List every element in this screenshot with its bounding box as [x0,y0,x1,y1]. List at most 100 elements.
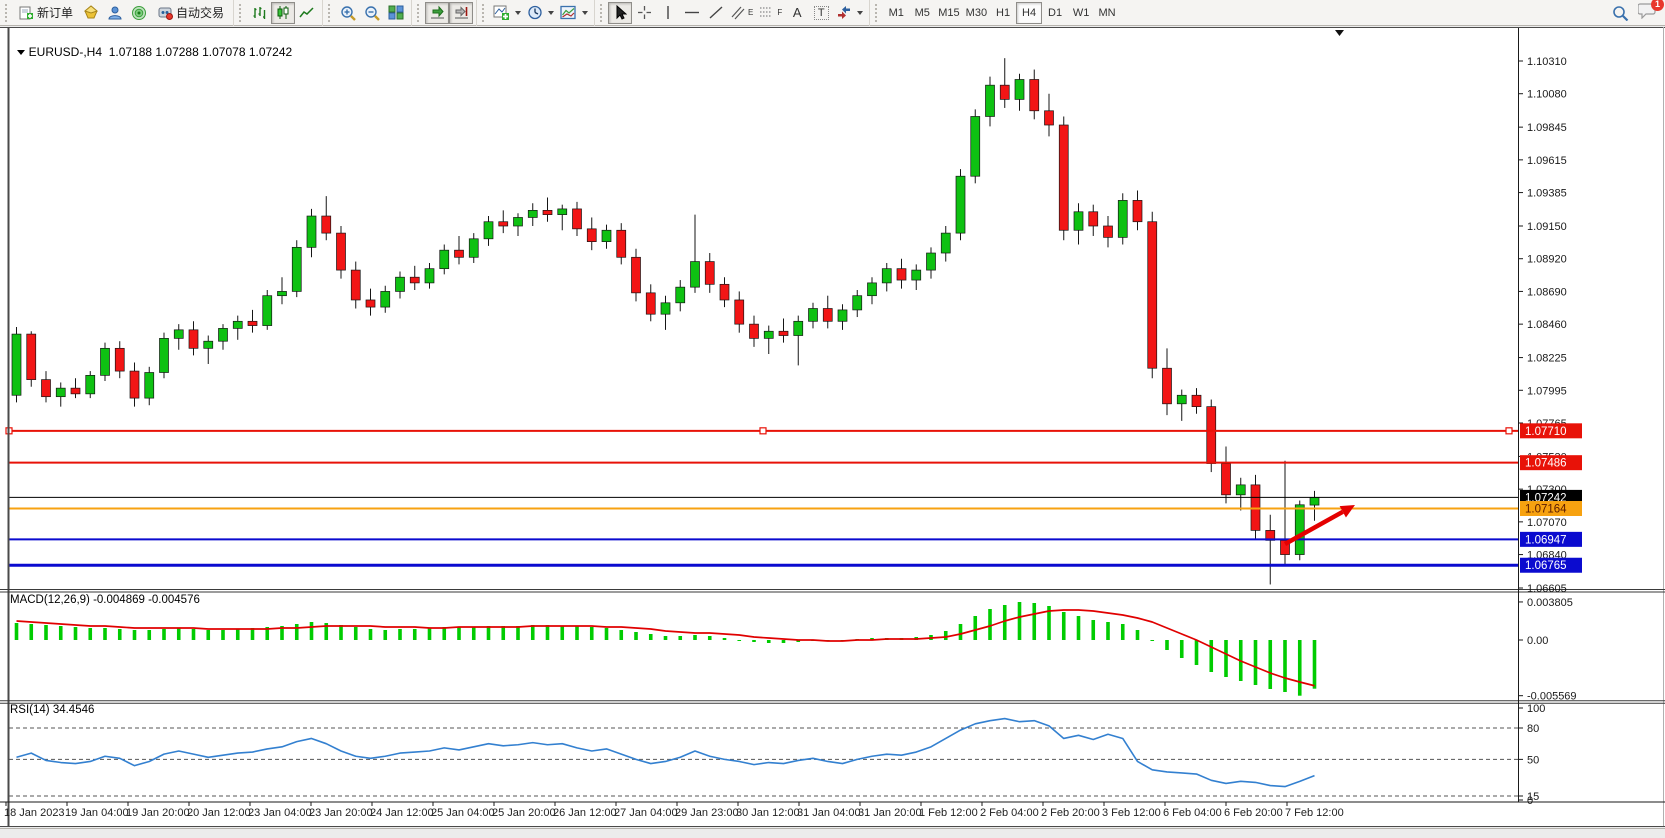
chat-button[interactable]: 1 [1638,2,1657,24]
channel-button[interactable]: E [728,2,756,24]
toolbar-grip[interactable] [5,4,11,22]
tf-h1-button[interactable]: H1 [990,2,1016,24]
macd-label: MACD(12,26,9) -0.004869 -0.004576 [10,594,200,606]
autoscroll-button[interactable] [425,2,449,24]
price-tick-label: 1.08225 [1527,353,1567,365]
chart-objects-group [476,0,594,26]
horizontal-line-icon [684,5,700,20]
toolbar-grip[interactable] [482,4,488,22]
tf-m15-button[interactable]: M15 [935,2,962,24]
chart-canvas[interactable]: 1.103101.100801.098451.096151.093851.091… [0,27,1665,828]
periods-button[interactable] [524,2,557,24]
rsi-tick-label: 80 [1527,723,1539,735]
candle-up [219,328,228,341]
price-tick-label: 1.08920 [1527,254,1567,266]
zoom-out-button[interactable] [360,2,384,24]
macd-bar [752,640,756,642]
macd-bar [147,630,151,640]
macd-bar [177,628,181,640]
tf-m30-button[interactable]: M30 [963,2,990,24]
vline-button[interactable] [656,2,680,24]
candle-down [646,293,655,314]
rsi-tick-label: 100 [1527,703,1545,715]
tf-m1-button[interactable]: M1 [883,2,909,24]
community-button[interactable] [103,2,127,24]
shapes-button[interactable] [833,2,866,24]
vertical-line-icon [662,5,674,20]
time-tick-label: 19 Jan 04:00 [65,807,129,819]
candle-up [278,291,287,295]
time-tick-label: 23 Jan 04:00 [248,807,312,819]
candle-down [1059,125,1068,230]
quotes-button[interactable] [79,2,103,24]
macd-bar [590,627,594,640]
macd-bar [339,625,343,640]
chart-symbol: EURUSD-,H4 [29,45,102,59]
trendline-button[interactable] [704,2,728,24]
text-button[interactable]: A [785,2,809,24]
macd-bar [693,635,697,640]
macd-bar [1150,640,1154,641]
macd-bar [959,624,963,640]
macd-bar [649,634,653,640]
templates-button[interactable] [557,2,591,24]
tf-h4-button[interactable]: H4 [1016,2,1042,24]
candle-up [1015,79,1024,99]
macd-bar [1018,602,1022,640]
search-icon [1612,5,1629,21]
tile-windows-button[interactable] [384,2,408,24]
candle-up [263,296,272,326]
autotrading-label: 自动交易 [176,4,224,21]
person-icon [107,5,123,20]
tf-w1-button[interactable]: W1 [1068,2,1094,24]
candle-up [691,262,700,288]
toolbar-grip[interactable] [600,4,606,22]
candle-down [750,324,759,338]
toolbar-grip[interactable] [239,4,245,22]
timeframe-group: M1 M5 M15 M30 H1 H4 D1 W1 MN [869,0,1123,26]
rsi-tick-label: 0 [1527,795,1533,807]
macd-bar [442,627,446,640]
search-button[interactable] [1608,2,1632,24]
candle-up [868,283,877,296]
trade-group: 新订单 自动交易 [0,0,233,26]
autotrading-button[interactable]: 自动交易 [151,2,230,24]
crosshair-button[interactable] [632,2,656,24]
arrows-icon [836,5,852,20]
clock-icon [527,5,543,20]
toolbar-grip[interactable] [328,4,334,22]
cursor-button[interactable] [608,2,632,24]
toolbar-grip[interactable] [875,4,881,22]
line-chart-button[interactable] [295,2,319,24]
chart-type-group [233,0,322,26]
toolbar-grip[interactable] [417,4,423,22]
candlestick-chart-button[interactable] [271,2,295,24]
collapse-arrow-icon[interactable] [17,50,25,55]
chart-shift-button[interactable] [449,2,473,24]
autoscroll-icon [429,5,446,20]
new-order-button[interactable]: 新订单 [13,2,79,24]
time-tick-label: 19 Jan 20:00 [126,807,190,819]
candle-up [514,217,523,226]
zoom-in-button[interactable] [336,2,360,24]
signals-button[interactable] [127,2,151,24]
time-tick-label: 2 Feb 20:00 [1041,807,1100,819]
tf-m5-button[interactable]: M5 [909,2,935,24]
tf-mn-button[interactable]: MN [1094,2,1120,24]
chart-title: EURUSD-,H4 1.07188 1.07288 1.07078 1.072… [10,31,292,59]
fibonacci-button[interactable]: F [756,2,785,24]
candle-up [56,388,65,397]
indicators-button[interactable] [490,2,524,24]
tf-d1-button[interactable]: D1 [1042,2,1068,24]
bar-chart-button[interactable] [247,2,271,24]
macd-bar [1254,640,1258,685]
candle-up [971,116,980,176]
candle-up [794,321,803,335]
text-label-button[interactable]: T [809,2,833,24]
macd-bar [44,625,48,640]
crosshair-icon [637,5,652,20]
trendline-icon [708,5,724,20]
time-tick-label: 25 Jan 20:00 [492,807,556,819]
dropdown-caret-icon [857,11,863,15]
hline-button[interactable] [680,2,704,24]
